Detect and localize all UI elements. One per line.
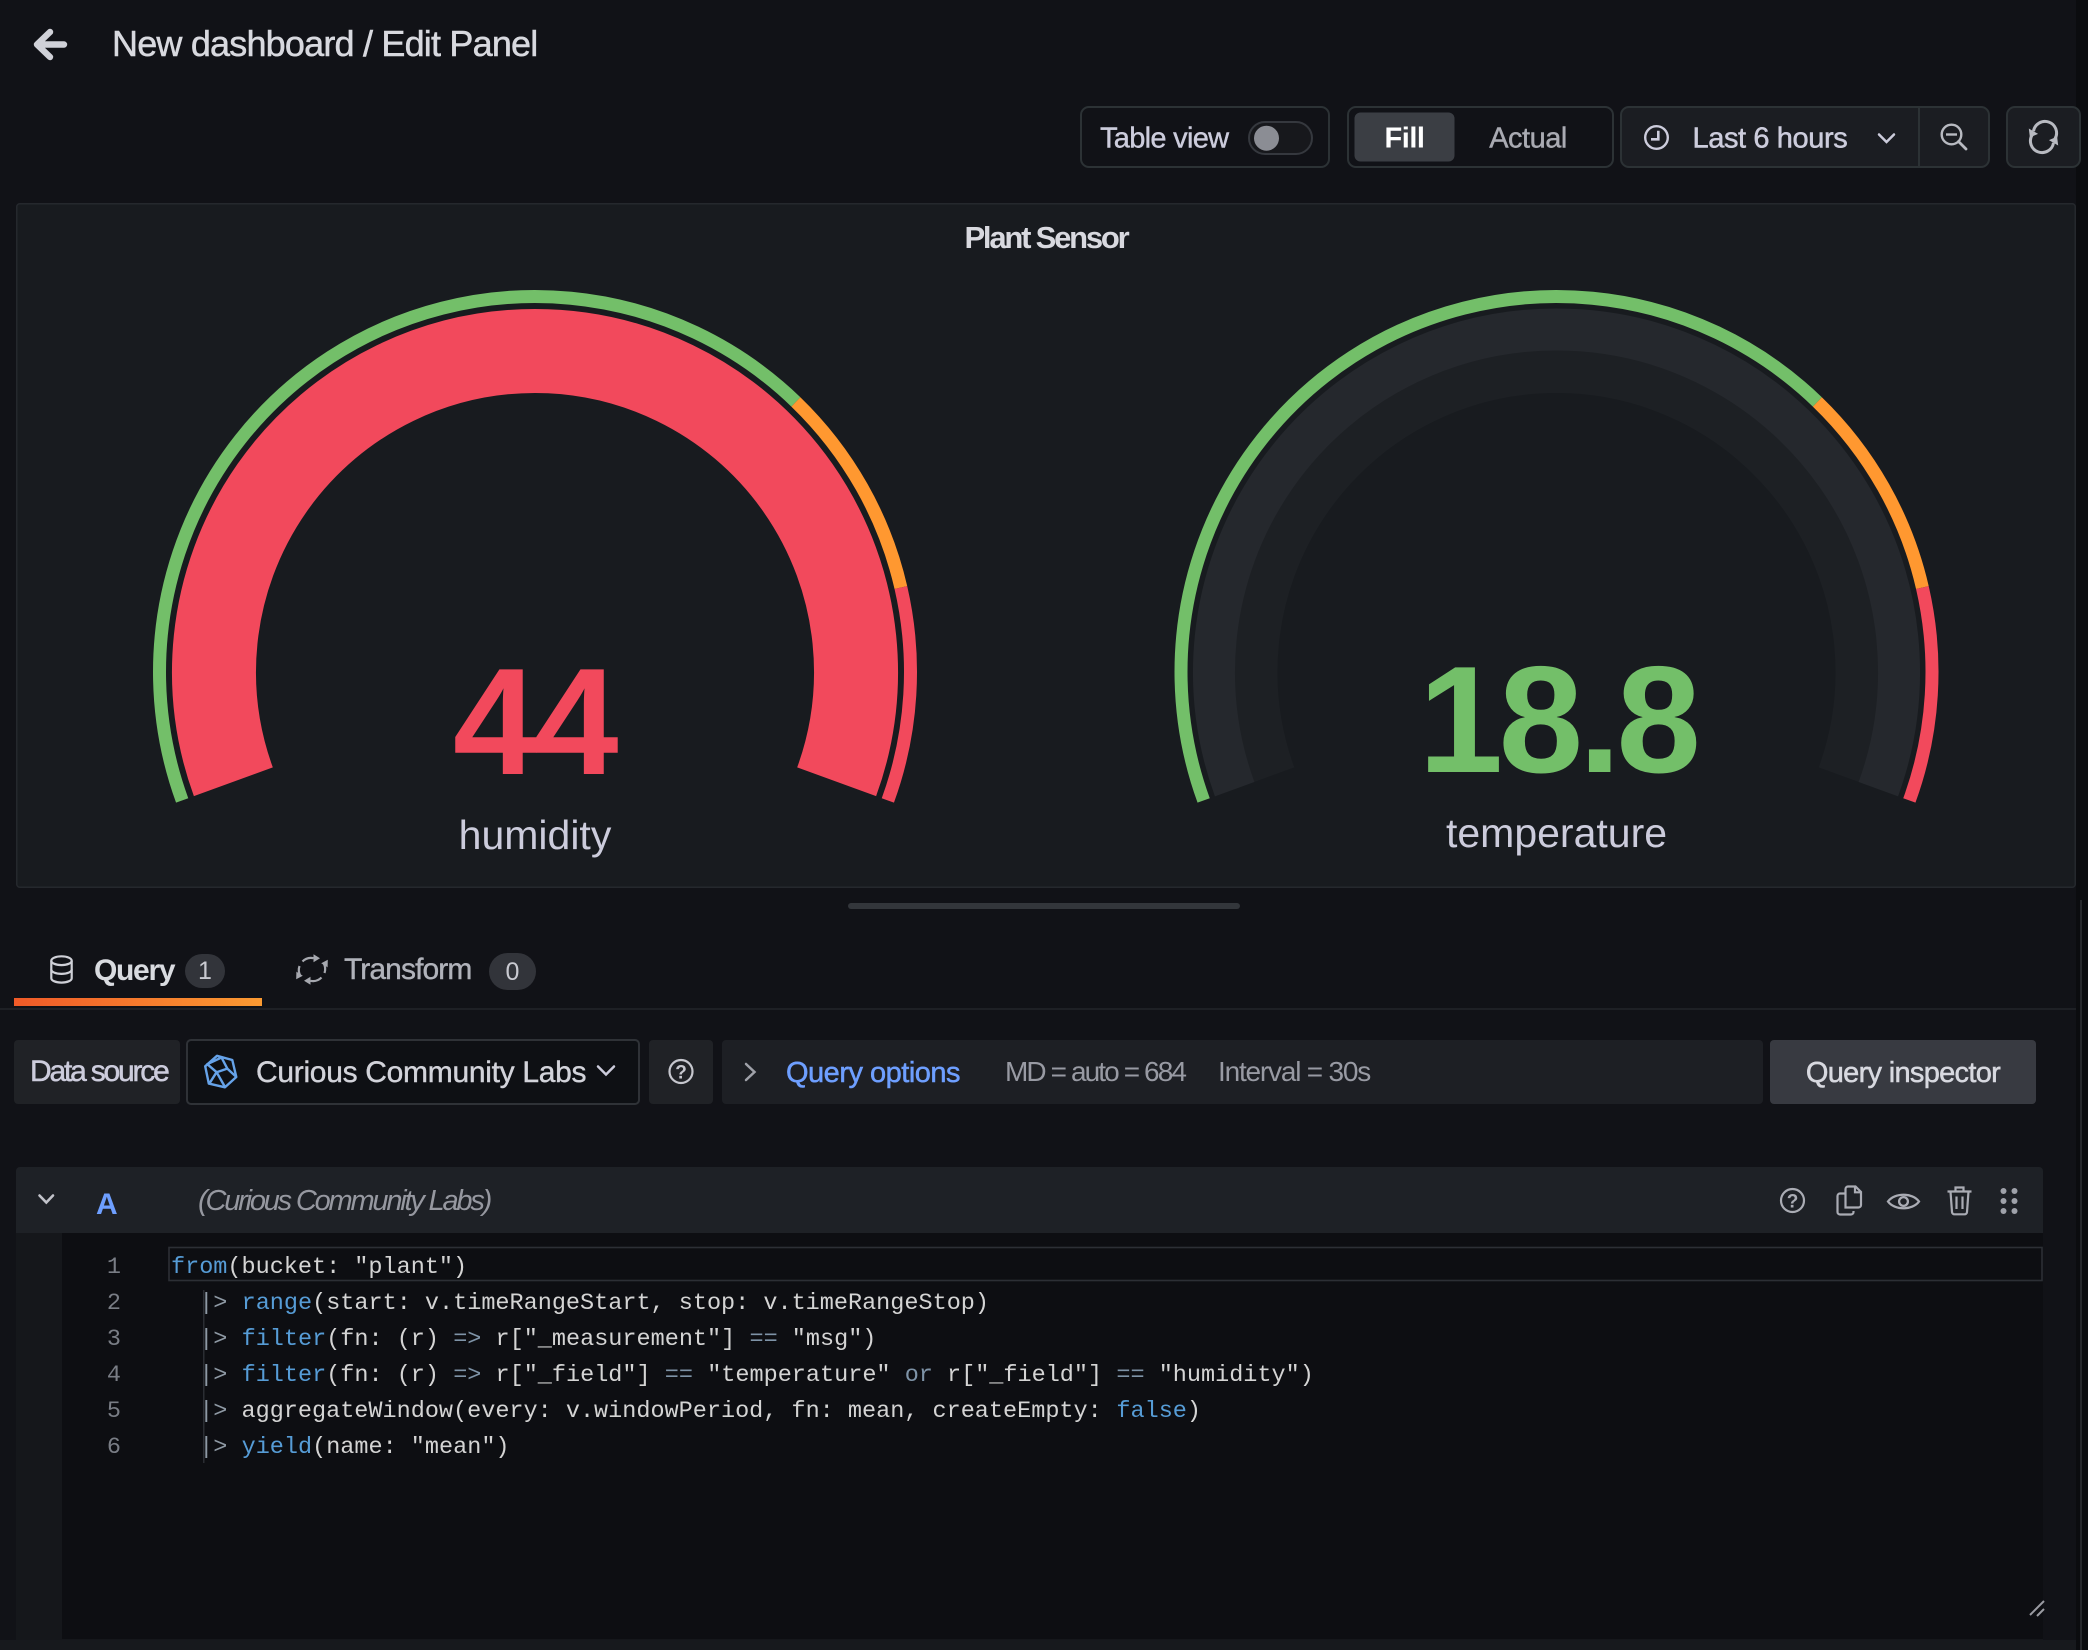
svg-text:r["_measurement"]: r["_measurement"] [481,1326,749,1353]
svg-text:A: A [96,1188,118,1221]
svg-text:44: 44 [453,637,618,807]
svg-text:Query inspector: Query inspector [1806,1057,2001,1089]
svg-text:aggregateWindow(every: v.windo: aggregateWindow(every: v.windowPeriod, f… [227,1398,1115,1425]
svg-text:?: ? [1787,1192,1799,1213]
svg-text:0: 0 [506,958,520,986]
svg-text:|>: |> [199,1326,227,1353]
svg-text:1: 1 [198,957,212,985]
svg-text:6: 6 [107,1434,121,1461]
svg-text:r["_field"]: r["_field"] [933,1362,1116,1389]
svg-text:Query: Query [94,954,176,987]
svg-text:New dashboard / Edit Panel: New dashboard / Edit Panel [112,23,537,64]
svg-text:(name: "mean"): (name: "mean") [312,1434,509,1461]
svg-text:Actual: Actual [1489,123,1567,155]
svg-text:Interval = 30s: Interval = 30s [1218,1056,1370,1087]
svg-text:filter: filter [242,1362,327,1389]
svg-text:5: 5 [107,1398,121,1425]
svg-text:|>: |> [199,1434,227,1461]
svg-text:Transform: Transform [344,953,471,986]
svg-text:Data source: Data source [30,1055,169,1088]
svg-text:false: false [1116,1398,1187,1425]
svg-text:(bucket: "plant"): (bucket: "plant") [227,1254,467,1281]
svg-text:from: from [171,1254,227,1281]
svg-text:Query options: Query options [786,1057,960,1089]
svg-text:(start: v.timeRangeStart, stop: (start: v.timeRangeStart, stop: v.timeRa… [312,1290,989,1317]
svg-text:|>: |> [199,1362,227,1389]
svg-text:Fill: Fill [1385,123,1425,155]
svg-text:filter: filter [242,1326,327,1353]
svg-text:Table view: Table view [1100,123,1230,155]
svg-text:(Curious Community Labs): (Curious Community Labs) [198,1185,491,1217]
svg-text:range: range [242,1290,313,1317]
svg-text:==: == [1116,1362,1144,1389]
svg-text:(fn: (r): (fn: (r) [326,1362,453,1389]
svg-text:"temperature": "temperature" [693,1362,905,1389]
svg-text:1: 1 [107,1254,121,1281]
svg-text:4: 4 [107,1362,121,1389]
svg-text:==: == [665,1362,693,1389]
svg-text:|>: |> [199,1398,227,1425]
svg-text:temperature: temperature [1446,810,1667,856]
svg-text:2: 2 [107,1290,121,1317]
svg-text:|>: |> [199,1290,227,1317]
svg-text:r["_field"]: r["_field"] [481,1362,664,1389]
svg-text:Plant Sensor: Plant Sensor [964,220,1129,255]
svg-text:=>: => [453,1326,481,1353]
svg-text:MD = auto = 684: MD = auto = 684 [1005,1056,1186,1087]
svg-text:==: == [750,1326,778,1353]
svg-text:(fn: (r): (fn: (r) [326,1326,453,1353]
svg-text:or: or [905,1362,933,1389]
svg-text:yield: yield [242,1434,313,1461]
svg-text:Last 6 hours: Last 6 hours [1693,123,1848,155]
svg-text:18.8: 18.8 [1419,635,1697,805]
svg-text:"msg"): "msg") [778,1326,877,1353]
svg-text:?: ? [675,1063,687,1084]
svg-text:=>: => [453,1362,481,1389]
svg-text:3: 3 [107,1326,121,1353]
svg-text:"humidity"): "humidity") [1145,1362,1314,1389]
svg-text:Curious Community Labs: Curious Community Labs [256,1056,586,1089]
svg-text:humidity: humidity [459,812,612,858]
svg-text:): ) [1187,1398,1201,1425]
